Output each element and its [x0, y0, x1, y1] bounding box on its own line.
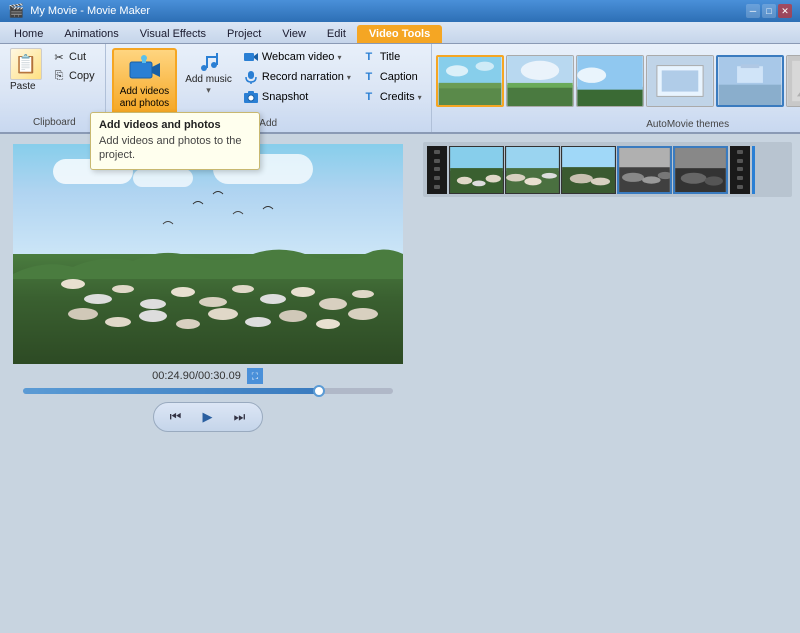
caption-icon: T	[361, 69, 377, 85]
film-hole	[434, 185, 440, 189]
snapshot-button[interactable]: Snapshot	[240, 88, 354, 106]
filmstrip	[449, 146, 728, 194]
film-hole	[737, 167, 743, 171]
title-icon: T	[361, 49, 377, 65]
tooltip-title: Add videos and photos	[99, 119, 251, 131]
film-hole	[737, 185, 743, 189]
fullscreen-icon: ⛶	[252, 371, 258, 382]
ribbon-tabs: Home Animations Visual Effects Project V…	[0, 22, 800, 44]
film-hole	[737, 176, 743, 180]
themes-label: AutoMovie themes	[432, 117, 800, 132]
fast-forward-icon: ⏭	[234, 409, 246, 425]
birds-overlay	[13, 144, 403, 364]
clipboard-label: Clipboard	[10, 115, 99, 128]
film-strip-right	[730, 146, 750, 194]
minimize-button[interactable]: ─	[746, 4, 760, 18]
film-hole	[434, 150, 440, 154]
theme-3[interactable]	[576, 55, 644, 107]
progress-handle[interactable]	[313, 385, 325, 397]
film-hole	[737, 159, 743, 163]
film-hole	[737, 150, 743, 154]
add-videos-button[interactable]: Add videos and photos	[112, 48, 178, 116]
playback-controls: ⏮ ▶ ⏭	[153, 402, 263, 432]
play-button[interactable]: ▶	[194, 406, 222, 428]
play-icon: ▶	[203, 409, 213, 425]
title-bar: 🎬 My Movie - Movie Maker ─ □ ✕	[0, 0, 800, 22]
main-content: Add videos and photos Add videos and pho…	[0, 134, 800, 633]
tab-animations[interactable]: Animations	[54, 25, 128, 43]
title-button[interactable]: T Title	[358, 48, 425, 66]
snapshot-icon	[243, 89, 259, 105]
fast-forward-button[interactable]: ⏭	[226, 406, 254, 428]
cut-icon: ✂	[52, 50, 66, 64]
film-strip-left	[427, 146, 447, 194]
playhead	[752, 146, 755, 194]
theme-2[interactable]	[506, 55, 574, 107]
tab-edit[interactable]: Edit	[317, 25, 356, 43]
film-frame-3[interactable]	[561, 146, 616, 194]
filmstrip-row	[423, 142, 792, 197]
progress-bar-fill	[23, 388, 319, 394]
film-hole	[434, 176, 440, 180]
fullscreen-button[interactable]: ⛶	[247, 368, 263, 384]
timestamp: 00:24.90/00:30.09	[152, 370, 241, 382]
theme-6[interactable]	[786, 55, 800, 107]
tooltip-description: Add videos and photos to the project.	[99, 134, 251, 163]
tooltip: Add videos and photos Add videos and pho…	[90, 112, 260, 170]
tab-project[interactable]: Project	[217, 25, 271, 43]
right-panel	[415, 134, 800, 633]
webcam-icon	[243, 49, 259, 65]
film-frame-5[interactable]	[673, 146, 728, 194]
maximize-button[interactable]: □	[762, 4, 776, 18]
cut-button[interactable]: ✂ Cut	[48, 48, 99, 66]
credits-button[interactable]: T Credits ▾	[358, 88, 425, 106]
preview-area: Add videos and photos Add videos and pho…	[0, 134, 415, 633]
themes-group: ▲ ▼ ▾ AutoMovie themes	[432, 44, 800, 132]
webcam-video-button[interactable]: Webcam video ▾	[240, 48, 354, 66]
rewind-icon: ⏮	[170, 409, 182, 425]
film-hole	[434, 167, 440, 171]
video-preview	[13, 144, 403, 364]
rewind-button[interactable]: ⏮	[162, 406, 190, 428]
theme-1[interactable]	[436, 55, 504, 107]
film-frame-4[interactable]	[617, 146, 672, 194]
add-music-button[interactable]: Add music ▾	[181, 48, 236, 98]
time-display: 00:24.90/00:30.09 ⛶	[152, 368, 263, 384]
copy-button[interactable]: ⎘ Copy	[48, 67, 99, 85]
microphone-icon	[243, 69, 259, 85]
tab-home[interactable]: Home	[4, 25, 53, 43]
film-frame-2[interactable]	[505, 146, 560, 194]
tab-view[interactable]: View	[272, 25, 316, 43]
credits-icon: T	[361, 89, 377, 105]
film-frame-1[interactable]	[449, 146, 504, 194]
paste-button[interactable]: 📋 Paste	[10, 48, 42, 92]
paste-icon: 📋	[10, 48, 42, 80]
record-narration-button[interactable]: Record narration ▾	[240, 68, 354, 86]
theme-4[interactable]	[646, 55, 714, 107]
close-button[interactable]: ✕	[778, 4, 792, 18]
caption-button[interactable]: T Caption	[358, 68, 425, 86]
add-videos-label: Add videos and photos	[120, 86, 170, 110]
progress-bar-container[interactable]	[23, 388, 393, 394]
theme-5[interactable]	[716, 55, 784, 107]
music-icon	[197, 50, 221, 74]
add-music-label: Add music	[185, 74, 232, 85]
add-videos-icon	[128, 54, 160, 86]
tab-video-tools[interactable]: Video Tools	[357, 25, 442, 43]
copy-icon: ⎘	[52, 69, 66, 83]
tab-visual-effects[interactable]: Visual Effects	[130, 25, 216, 43]
title-bar-text: My Movie - Movie Maker	[30, 5, 150, 17]
film-hole	[434, 159, 440, 163]
